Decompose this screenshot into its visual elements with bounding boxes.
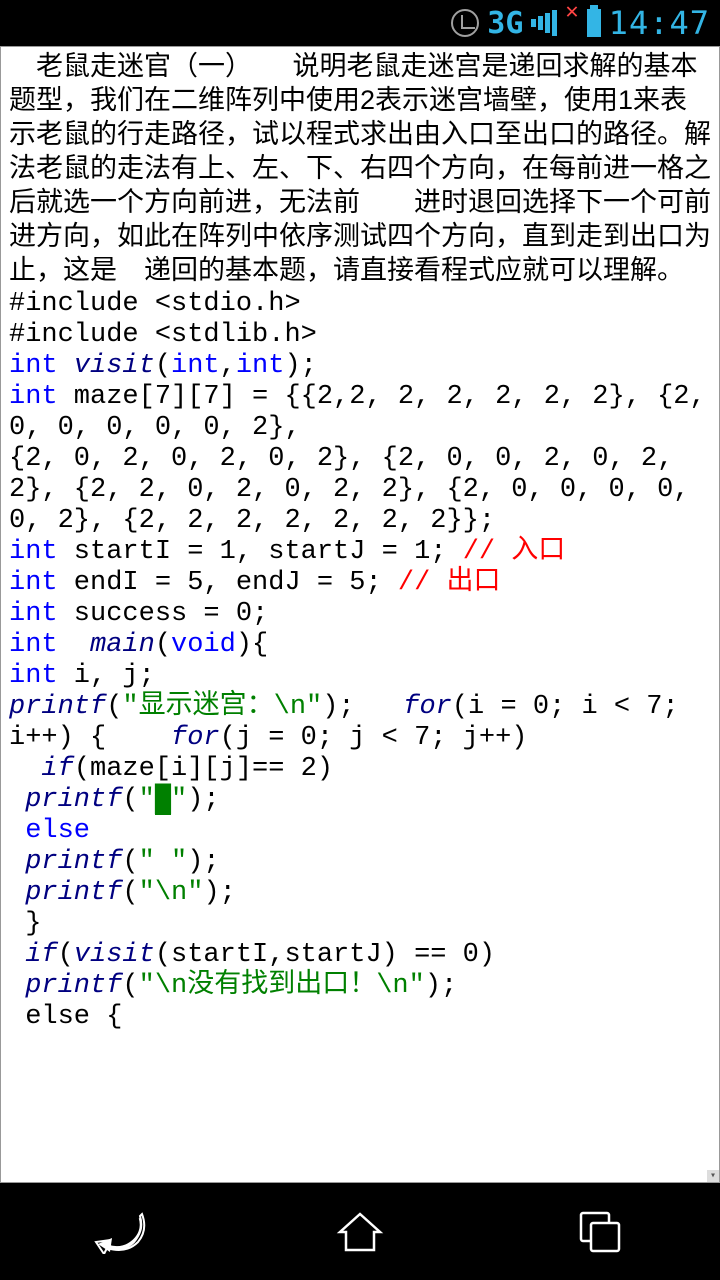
description-text: 老鼠走迷官（一） 说明老鼠走迷宫是递回求解的基本题型，我们在二维阵列中使用2表示… — [9, 51, 711, 285]
signal-icon — [531, 10, 557, 36]
alarm-icon — [451, 9, 479, 37]
clock: 14:47 — [609, 4, 710, 42]
status-bar: 3G ✕ 14:47 — [0, 0, 720, 46]
scroll-down-arrow[interactable]: ▾ — [707, 1170, 719, 1182]
code-text: 老鼠走迷官（一） 说明老鼠走迷宫是递回求解的基本题型，我们在二维阵列中使用2表示… — [1, 47, 719, 1037]
navigation-bar — [0, 1183, 720, 1280]
back-button[interactable] — [90, 1202, 150, 1262]
home-button[interactable] — [330, 1202, 390, 1262]
document-viewport[interactable]: 老鼠走迷官（一） 说明老鼠走迷宫是递回求解的基本题型，我们在二维阵列中使用2表示… — [0, 46, 720, 1183]
home-icon — [336, 1210, 384, 1254]
battery-icon — [587, 9, 601, 37]
network-label: 3G — [487, 6, 523, 41]
back-icon — [94, 1210, 146, 1254]
recent-icon — [577, 1209, 623, 1255]
recent-apps-button[interactable] — [570, 1202, 630, 1262]
sim-error-icon: ✕ — [565, 0, 578, 24]
